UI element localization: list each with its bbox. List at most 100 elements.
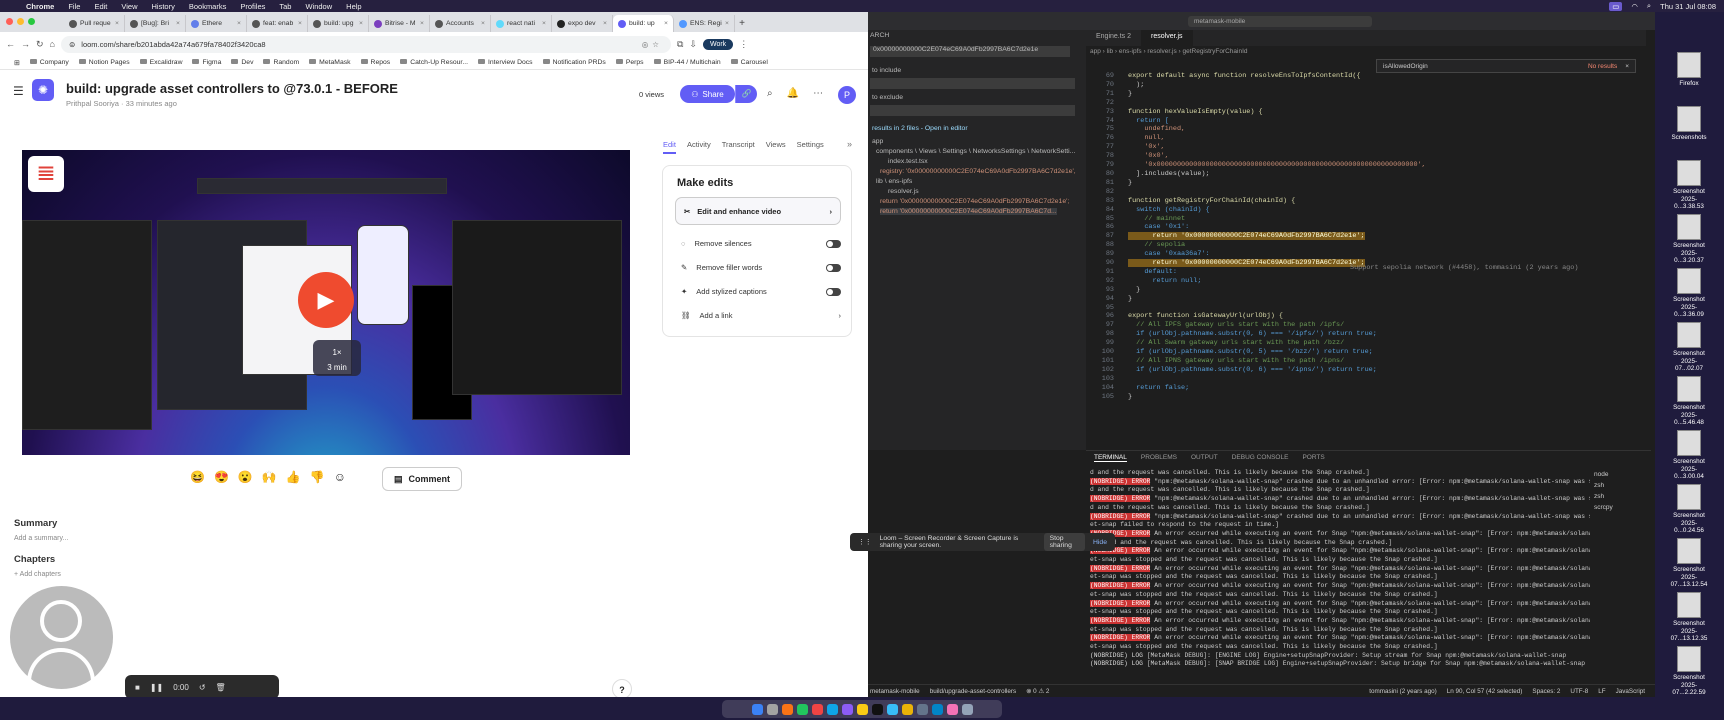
browser-tab[interactable]: feat: enab × <box>247 15 308 32</box>
edit-enhance-button[interactable]: ✂ Edit and enhance video › <box>675 197 841 225</box>
app-icon[interactable] <box>886 703 898 715</box>
menu-history[interactable]: History <box>152 2 175 11</box>
hide-banner-link[interactable]: Hide <box>1093 539 1107 546</box>
app-icon[interactable] <box>901 703 913 715</box>
tab-settings[interactable]: Settings <box>797 140 824 154</box>
close-tab-icon[interactable]: × <box>359 20 363 27</box>
app-icon[interactable] <box>781 703 793 715</box>
copy-link-icon[interactable]: 🔗 <box>735 85 757 103</box>
bookmark-folder[interactable]: Notification PRDs <box>543 59 606 66</box>
tab-transcript[interactable]: Transcript <box>722 140 755 154</box>
video-player[interactable]: 𝌆 ▶ 1× 3 min <box>22 150 630 455</box>
code-editor[interactable]: 69 export default async function resolveE… <box>1086 72 1646 452</box>
files-to-include-input[interactable] <box>870 78 1075 89</box>
restart-icon[interactable]: ↺ <box>199 683 206 692</box>
menu-help[interactable]: Help <box>346 2 361 11</box>
app-icon[interactable] <box>916 703 928 715</box>
desktop-item-screenshot[interactable]: Screenshot 2025-0...3.38.53 <box>1667 160 1711 211</box>
terminal-output[interactable]: d and the request was cancelled. This is… <box>1090 469 1590 669</box>
line-number[interactable]: 101 <box>1086 357 1114 366</box>
line-number[interactable]: 69 <box>1086 72 1114 81</box>
desktop-item-firefox[interactable]: Firefox <box>1667 52 1711 88</box>
app-icon[interactable] <box>811 703 823 715</box>
new-tab-icon[interactable]: + <box>735 15 749 32</box>
status-blame[interactable]: tommasini (2 years ago) <box>1369 688 1437 695</box>
more-options-icon[interactable]: ⋯ <box>813 88 837 99</box>
profile-work-button[interactable]: Work <box>702 38 734 50</box>
browser-tab[interactable]: build: upg × <box>308 15 369 32</box>
result-folder[interactable]: app <box>872 138 883 145</box>
desktop-item-screenshot[interactable]: Screenshot 2025-07...13.12.35 <box>1667 592 1711 643</box>
result-folder[interactable]: lib \ ens-ipfs <box>876 178 912 185</box>
result-file[interactable]: index.test.tsx <box>888 158 928 165</box>
line-number[interactable]: 93 <box>1086 286 1114 295</box>
desktop-item-screenshot[interactable]: Screenshot 2025-0...3.20.37 <box>1667 214 1711 265</box>
result-match[interactable]: return '0x00000000000C2E074eC69A0dFb2997… <box>880 198 1069 205</box>
stylized-captions-toggle[interactable] <box>826 287 841 296</box>
remove-filler-words-row[interactable]: ✎ Remove filler words <box>681 263 841 272</box>
close-tab-icon[interactable]: × <box>725 20 729 27</box>
delete-icon[interactable]: 🗑 <box>216 683 226 692</box>
menu-view[interactable]: View <box>121 2 137 11</box>
views-count[interactable]: 0 views <box>639 90 664 99</box>
line-number[interactable]: 84 <box>1086 206 1114 215</box>
desktop-item-screenshot[interactable]: Screenshot 2025-0...3.00.04 <box>1667 430 1711 481</box>
line-number[interactable]: 71 <box>1086 90 1114 99</box>
line-number[interactable]: 92 <box>1086 277 1114 286</box>
finder-icon[interactable] <box>751 703 763 715</box>
drag-handle-icon[interactable]: ⋮⋮ <box>858 538 872 546</box>
browser-tab[interactable]: [Bug]: Bri × <box>125 15 186 32</box>
status-eol[interactable]: LF <box>1598 688 1605 695</box>
share-button[interactable]: ⚇ Share <box>680 85 735 103</box>
result-match[interactable]: registry: '0x00000000000C2E074eC69A0dFb2… <box>880 168 1076 175</box>
chrome-icon[interactable] <box>856 703 868 715</box>
tab-views[interactable]: Views <box>766 140 786 154</box>
status-repo[interactable]: metamask-mobile <box>870 688 920 695</box>
terminal-item-scrcpy[interactable]: scrcpy <box>1594 502 1613 513</box>
line-number[interactable]: 103 <box>1086 375 1114 384</box>
close-tab-icon[interactable]: × <box>298 20 302 27</box>
menubar-app-name[interactable]: Chrome <box>26 2 54 11</box>
add-summary-link[interactable]: Add a summary... <box>14 535 68 542</box>
close-tab-icon[interactable]: × <box>237 20 241 27</box>
search-icon[interactable]: ⌕ <box>1647 1 1651 11</box>
zoom-window-icon[interactable] <box>28 18 35 25</box>
line-number[interactable]: 90 <box>1086 259 1114 268</box>
line-number[interactable]: 102 <box>1086 366 1114 375</box>
bookmark-folder[interactable]: MetaMask <box>309 59 350 66</box>
play-icon[interactable]: ▶ <box>298 272 354 328</box>
tab-resolver-js[interactable]: resolver.js <box>1141 30 1193 46</box>
pause-icon[interactable]: ❚❚ <box>150 683 163 692</box>
line-number[interactable]: 97 <box>1086 321 1114 330</box>
line-number[interactable]: 77 <box>1086 143 1114 152</box>
browser-tab-active[interactable]: build: up × <box>613 15 674 32</box>
line-number[interactable]: 73 <box>1086 108 1114 117</box>
remove-silences-toggle[interactable] <box>826 239 841 248</box>
vscode-icon[interactable] <box>826 703 838 715</box>
bookmark-star-icon[interactable]: ◎☆ <box>642 40 663 49</box>
find-input[interactable]: isAllowedOrigin <box>1383 63 1428 70</box>
status-indent[interactable]: Spaces: 2 <box>1532 688 1560 695</box>
close-window-icon[interactable] <box>6 18 13 25</box>
search-icon[interactable]: ⌕ <box>767 88 787 99</box>
comment-button[interactable]: ▤ Comment <box>382 467 462 491</box>
menubar-clock[interactable]: Thu 31 Jul 08:08 <box>1660 2 1716 11</box>
reaction-laugh[interactable]: 😆 <box>190 470 205 484</box>
bookmark-folder[interactable]: Interview Docs <box>478 59 533 66</box>
line-number[interactable]: 82 <box>1086 188 1114 197</box>
line-number[interactable]: 72 <box>1086 99 1114 108</box>
desktop-item-screenshot[interactable]: Screenshots <box>1667 106 1711 142</box>
minimize-window-icon[interactable] <box>17 18 24 25</box>
playback-speed-duration[interactable]: 1× 3 min <box>313 340 361 376</box>
editor-breadcrumb[interactable]: app › lib › ens-ipfs › resolver.js › get… <box>1090 48 1248 55</box>
reload-icon[interactable]: ↻ <box>36 39 44 50</box>
terminal-icon[interactable] <box>871 703 883 715</box>
bookmark-folder[interactable]: Notion Pages <box>79 59 130 66</box>
terminal-item-zsh[interactable]: zsh <box>1594 491 1613 502</box>
stop-recording-icon[interactable]: ■ <box>135 683 140 692</box>
desktop-item-screenshot[interactable]: Screenshot 2025-0...0.24.56 <box>1667 484 1711 535</box>
help-button[interactable]: ? <box>612 679 632 697</box>
tab-edit[interactable]: Edit <box>663 140 676 154</box>
line-number[interactable]: 85 <box>1086 215 1114 224</box>
status-language[interactable]: JavaScript <box>1616 688 1645 695</box>
